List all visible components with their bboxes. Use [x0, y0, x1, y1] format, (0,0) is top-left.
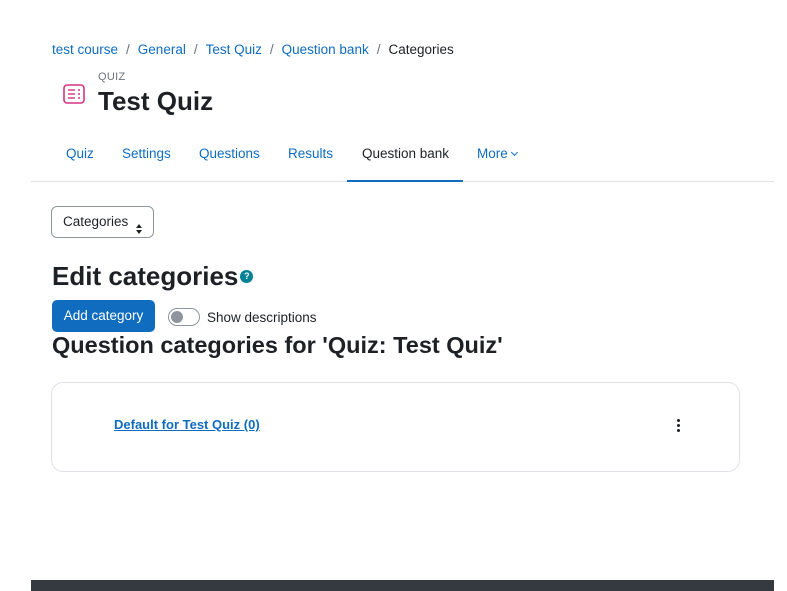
breadcrumb-separator: / — [269, 42, 274, 57]
select-arrows-icon — [136, 216, 142, 234]
breadcrumb-link-quiz[interactable]: Test Quiz — [206, 42, 262, 57]
quiz-icon — [63, 84, 85, 104]
question-bank-page-select[interactable]: Categories — [51, 206, 154, 238]
tab-more-label: More — [477, 146, 508, 161]
edit-categories-heading-text: Edit categories — [52, 261, 239, 291]
breadcrumb-separator: / — [126, 42, 130, 57]
page-title: Test Quiz — [98, 86, 214, 116]
breadcrumb-separator: / — [376, 42, 381, 57]
breadcrumb-link-section[interactable]: General — [138, 42, 186, 57]
tab-more[interactable]: More — [462, 134, 532, 182]
secondary-navigation: Quiz Settings Questions Results Question… — [31, 134, 774, 182]
footer-bar — [31, 580, 774, 591]
show-descriptions-toggle[interactable] — [168, 308, 200, 326]
category-link-default[interactable]: Default for Test Quiz (0) — [114, 417, 260, 432]
tab-questions[interactable]: Questions — [184, 134, 275, 182]
breadcrumb-separator: / — [193, 42, 198, 57]
breadcrumb-link-question-bank[interactable]: Question bank — [282, 42, 369, 57]
tab-results[interactable]: Results — [273, 134, 348, 182]
toggle-knob — [171, 311, 183, 323]
select-value: Categories — [63, 214, 129, 229]
module-type-label: QUIZ — [98, 71, 126, 83]
breadcrumb: test course / General / Test Quiz / Ques… — [52, 42, 454, 57]
tab-question-bank[interactable]: Question bank — [347, 134, 463, 182]
show-descriptions-label[interactable]: Show descriptions — [207, 310, 317, 325]
kebab-menu-icon[interactable] — [672, 419, 684, 435]
breadcrumb-link-course[interactable]: test course — [52, 42, 118, 57]
add-category-button[interactable]: Add category — [52, 300, 155, 332]
chevron-down-icon — [510, 148, 518, 157]
question-categories-heading: Question categories for 'Quiz: Test Quiz… — [52, 332, 503, 358]
help-icon[interactable]: ? — [240, 269, 254, 283]
tab-quiz[interactable]: Quiz — [51, 134, 109, 182]
breadcrumb-current: Categories — [388, 42, 454, 57]
edit-categories-heading: Edit categories? — [52, 261, 254, 292]
tab-settings[interactable]: Settings — [107, 134, 186, 182]
category-list-card: Default for Test Quiz (0) — [51, 382, 740, 472]
